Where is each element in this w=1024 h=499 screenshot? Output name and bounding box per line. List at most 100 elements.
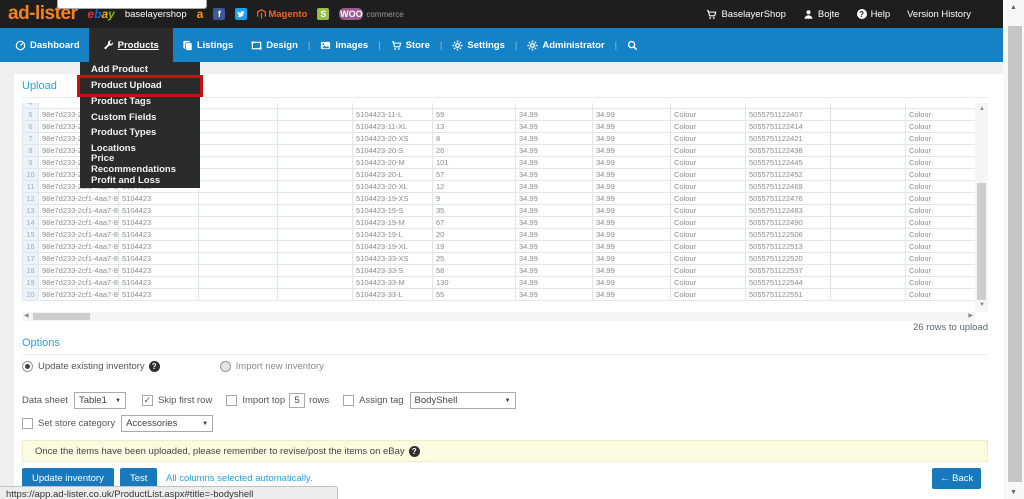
nav-administrator[interactable]: Administrator xyxy=(518,28,613,62)
table-cell: 34.99 xyxy=(515,168,593,181)
browser-scroll-up-arrow[interactable]: ▲ xyxy=(1003,4,1024,11)
table-cell: 34.99 xyxy=(515,216,593,229)
twitter-icon[interactable] xyxy=(235,8,248,20)
table-cell: 34.99 xyxy=(515,276,593,289)
scroll-right-arrow[interactable]: ▶ xyxy=(968,312,973,321)
table-cell: 5055751122544 xyxy=(745,276,831,289)
table-vscroll-thumb[interactable] xyxy=(977,183,986,300)
data-sheet-select[interactable]: Table1 ▼ xyxy=(73,392,126,409)
nav-search[interactable] xyxy=(618,28,647,62)
menu-item-product-upload[interactable]: Product Upload xyxy=(77,74,203,97)
nav-dashboard[interactable]: Dashboard xyxy=(6,28,89,62)
store-link[interactable]: BaselayerShop xyxy=(706,9,786,20)
table-cell xyxy=(277,192,353,205)
table-cell: Colour xyxy=(905,168,975,181)
shop-name-label: baselayershop xyxy=(124,8,187,20)
table-cell: 12 xyxy=(432,180,516,193)
menu-item-add-product[interactable]: Add Product xyxy=(80,62,200,78)
table-cell xyxy=(198,180,278,193)
menu-item-product-types[interactable]: Product Types xyxy=(80,125,200,141)
browser-scrollbar[interactable]: ▲ ▼ xyxy=(1003,0,1024,499)
notice-help-icon[interactable]: ? xyxy=(408,445,420,457)
table-cell xyxy=(198,240,278,253)
table-cell: 5104423-33-M xyxy=(352,276,433,289)
magento-icon[interactable]: Magento xyxy=(257,9,307,20)
import-top-rows-input[interactable] xyxy=(289,393,306,408)
menu-item-product-tags[interactable]: Product Tags xyxy=(80,94,200,110)
table-cell: Colour xyxy=(905,264,975,277)
table-cell xyxy=(198,276,278,289)
table-cell xyxy=(830,288,906,301)
nav-store[interactable]: Store xyxy=(382,28,439,62)
nav-products[interactable]: Products xyxy=(88,28,173,62)
table-cell xyxy=(277,204,353,217)
nav-settings[interactable]: Settings xyxy=(443,28,513,62)
browser-scroll-thumb[interactable] xyxy=(1008,26,1022,482)
table-vertical-scrollbar[interactable]: ▲ ▼ xyxy=(975,103,988,312)
row-number-cell: 8 xyxy=(22,144,39,157)
table-cell xyxy=(830,144,906,157)
skip-first-row-checkbox[interactable]: ✓ xyxy=(141,395,153,406)
table-cell xyxy=(198,204,278,217)
amazon-icon[interactable]: a xyxy=(197,7,204,21)
table-cell: 34.99 xyxy=(592,192,671,205)
table-cell: 98e7d233-2cf1-4aa7-8c8d xyxy=(38,240,119,253)
user-menu[interactable]: Bojte xyxy=(803,9,840,20)
table-cell xyxy=(830,216,906,229)
update-existing-radio[interactable] xyxy=(22,361,33,372)
scroll-up-arrow[interactable]: ▲ xyxy=(979,105,985,114)
main-nav: Dashboard Products Listings Design | Ima… xyxy=(0,28,1003,62)
table-cell: 5055751122407 xyxy=(745,108,831,121)
version-history-link[interactable]: Version History xyxy=(907,9,971,20)
administrator-gear-icon xyxy=(527,39,538,51)
set-store-category-checkbox[interactable] xyxy=(22,418,33,429)
woocommerce-logo[interactable]: WOO commerce xyxy=(339,8,404,20)
nav-listings[interactable]: Listings xyxy=(173,28,242,62)
table-cell: 5104423-20-S xyxy=(352,144,433,157)
help-link[interactable]: ? Help xyxy=(856,9,890,20)
back-button[interactable]: ← Back xyxy=(932,468,982,489)
menu-item-custom-fields[interactable]: Custom Fields xyxy=(80,109,200,125)
table-cell: 5104423-19-XL xyxy=(352,240,433,253)
table-cell xyxy=(830,156,906,169)
table-hscroll-thumb[interactable] xyxy=(33,313,90,320)
table-cell: Colour xyxy=(670,192,746,205)
nav-design[interactable]: Design xyxy=(242,28,307,62)
shopify-icon[interactable]: S xyxy=(317,8,330,20)
row-number-cell: 20 xyxy=(22,288,39,301)
table-cell xyxy=(277,180,353,193)
cart-icon xyxy=(707,9,717,19)
table-cell: 5055751122438 xyxy=(745,144,831,157)
store-cart-icon xyxy=(391,40,402,50)
table-cell: Colour xyxy=(905,240,975,253)
assign-tag-checkbox[interactable] xyxy=(343,395,355,406)
browser-scroll-down-arrow[interactable]: ▼ xyxy=(1003,489,1024,496)
update-existing-help-icon[interactable]: ? xyxy=(148,361,160,372)
table-cell: 5104423 xyxy=(118,228,199,241)
store-category-row: Set store category Accessories ▼ xyxy=(22,415,214,432)
import-new-radio[interactable] xyxy=(219,361,231,372)
facebook-icon[interactable]: f xyxy=(213,8,226,20)
assign-tag-select[interactable]: BodyShell ▼ xyxy=(409,392,516,409)
table-horizontal-scrollbar[interactable]: ◀ ▶ xyxy=(22,312,975,321)
scroll-left-arrow[interactable]: ◀ xyxy=(24,312,29,321)
table-row: 1398e7d233-2cf1-4aa7-8c8d5104423 5104423-… xyxy=(22,204,975,217)
table-cell: 20 xyxy=(432,228,516,241)
table-row: 1498e7d233-2cf1-4aa7-8c8d5104423 5104423-… xyxy=(22,216,975,229)
table-row: 1998e7d233-2cf1-4aa7-8c8d5104423 5104423-… xyxy=(22,276,975,289)
nav-images[interactable]: Images xyxy=(311,28,377,62)
table-row: 1598e7d233-2cf1-4aa7-8c8d5104423 5104423-… xyxy=(22,228,975,241)
store-category-select[interactable]: Accessories ▼ xyxy=(121,415,214,432)
scroll-down-arrow[interactable]: ▼ xyxy=(979,301,985,310)
table-cell: 34.99 xyxy=(592,252,671,265)
ebay-logo[interactable]: ebay xyxy=(87,7,114,21)
update-existing-label: Update existing inventory xyxy=(38,361,145,372)
table-cell: 5104423 xyxy=(118,252,199,265)
table-row: 1698e7d233-2cf1-4aa7-8c8d5104423 5104423-… xyxy=(22,240,975,253)
table-cell: 25 xyxy=(432,252,516,265)
row-number-cell: 5 xyxy=(22,108,39,121)
table-cell: 5104423 xyxy=(118,264,199,277)
import-top-checkbox[interactable] xyxy=(226,395,238,406)
menu-item-price-recommendations[interactable]: Price Recommendations xyxy=(80,153,200,175)
table-cell: 5055751122469 xyxy=(745,180,831,193)
